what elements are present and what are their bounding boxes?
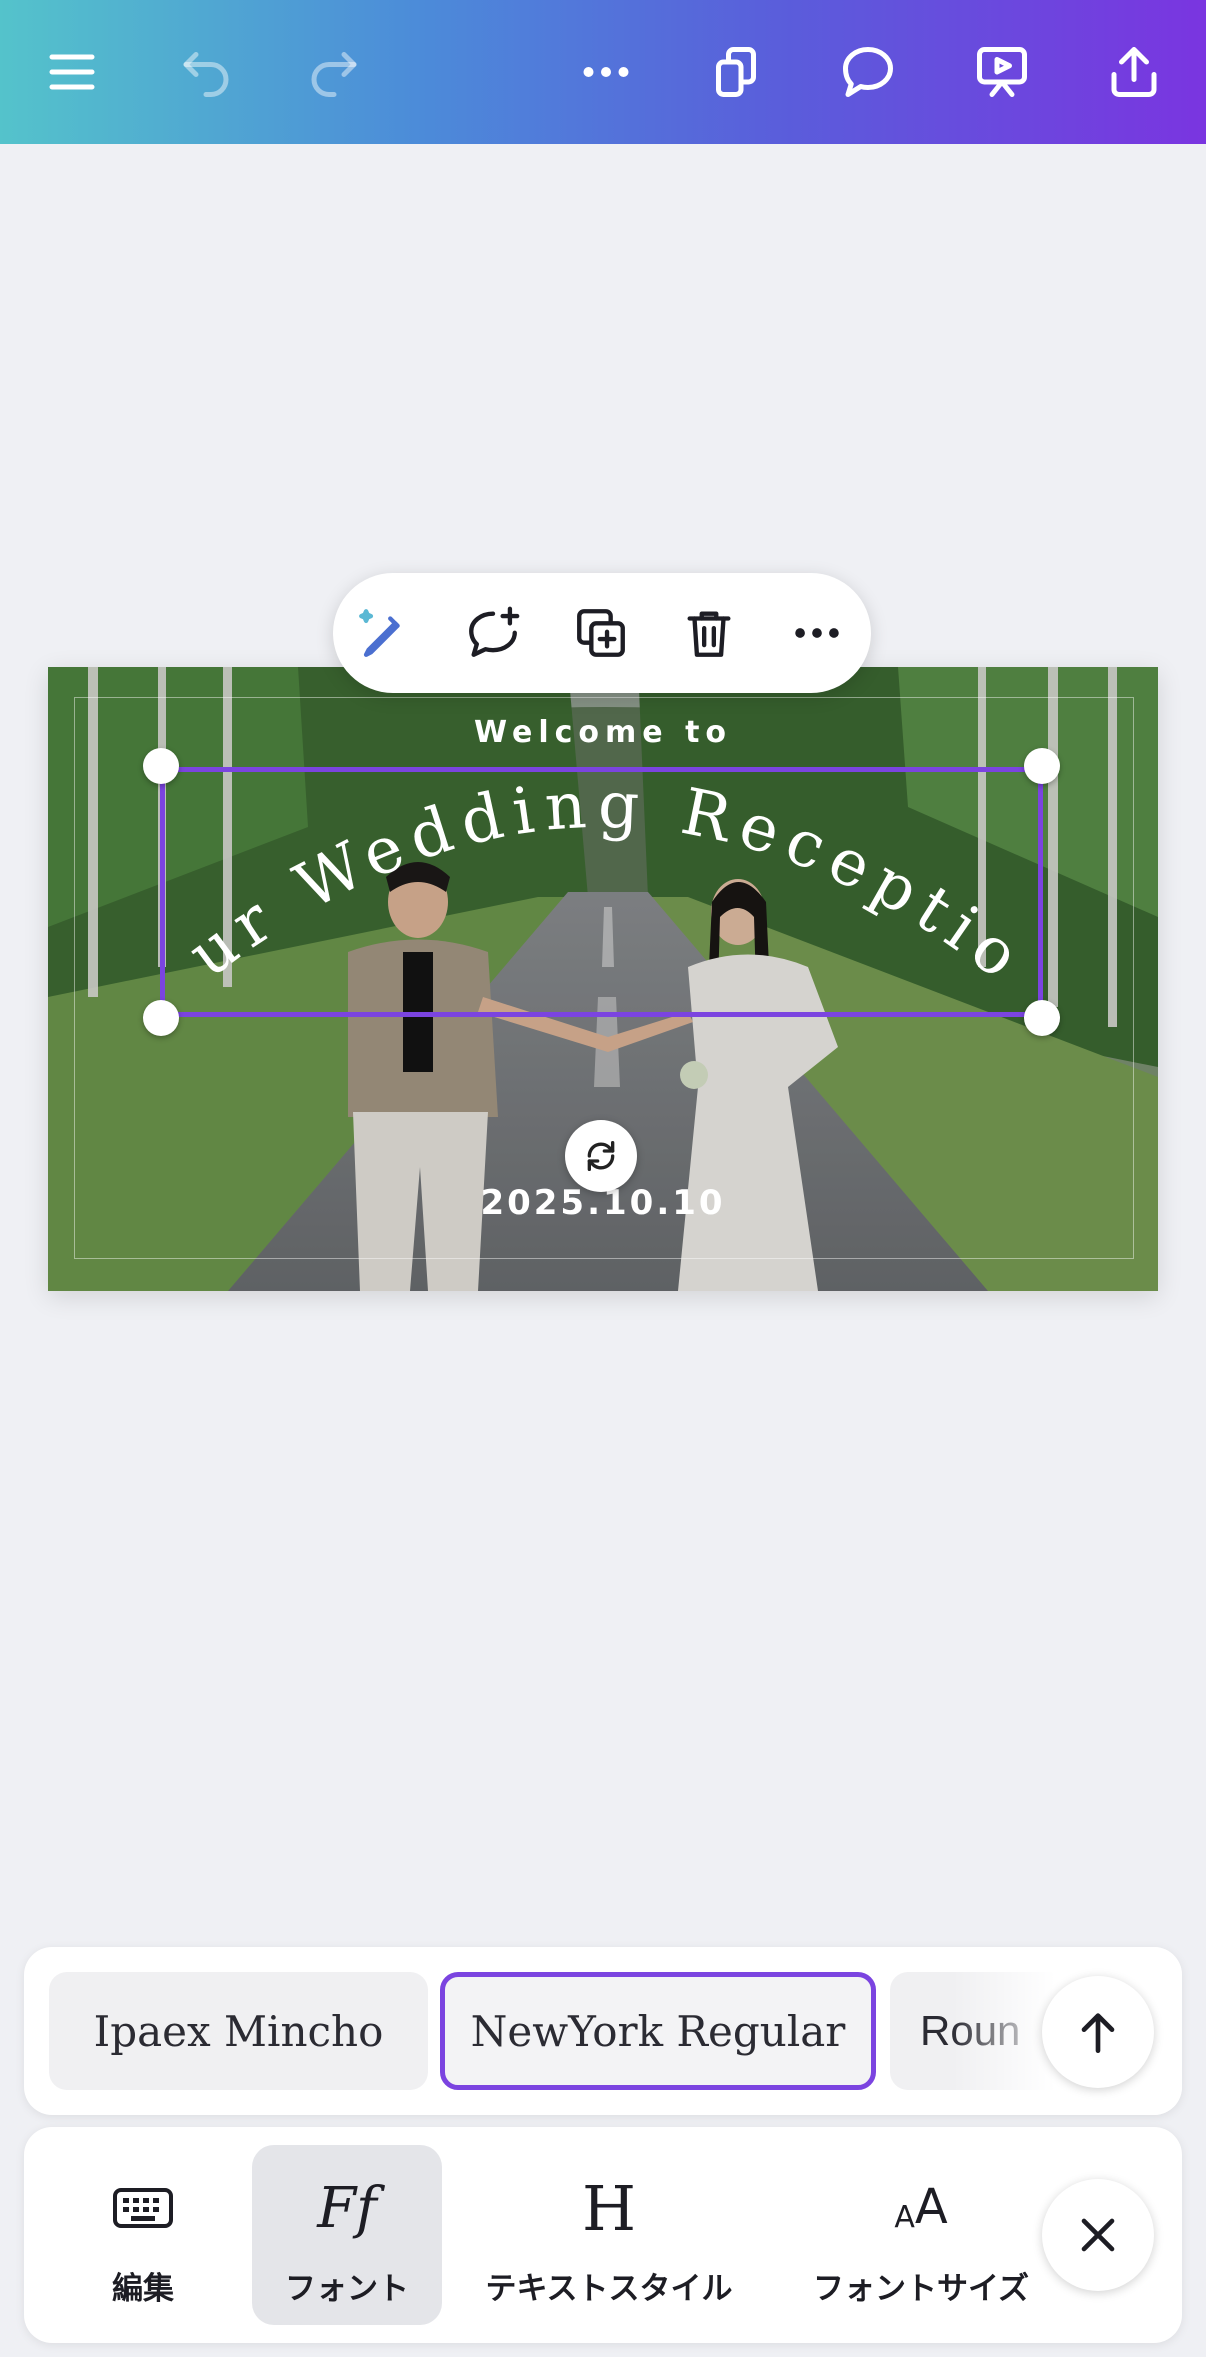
rotate-icon [587,1141,615,1171]
text-tools-panel: 編集 Ff フォント H テキストスタイル AA フォントサイズ [24,2127,1182,2343]
keyboard-icon [48,2173,238,2243]
more-icon[interactable] [570,36,642,108]
font-icon: Ff [317,2175,377,2241]
tool-text-style-label: テキストスタイル [485,2271,733,2307]
redo-icon[interactable] [298,36,370,108]
tool-font-size-label: フォントサイズ [812,2271,1030,2307]
tool-text-style[interactable]: H テキストスタイル [464,2145,754,2325]
tool-edit[interactable]: 編集 [48,2145,238,2325]
resize-handle-bottom-left[interactable] [143,1000,179,1036]
tool-edit-label: 編集 [112,2271,174,2307]
font-size-icon: AA [776,2173,1066,2243]
context-toolbar [333,573,871,693]
top-app-bar [0,0,1206,144]
share-icon[interactable] [1098,36,1170,108]
delete-icon[interactable] [677,601,741,665]
magic-edit-icon[interactable] [351,601,415,665]
tool-font-label: フォント [285,2271,409,2307]
close-button[interactable] [1042,2179,1154,2291]
font-option-newyork-regular[interactable]: NewYork Regular [440,1972,876,2090]
font-picker-panel: Ipaex Mincho NewYork Regular Roun [24,1947,1182,2115]
undo-icon[interactable] [170,36,242,108]
pages-icon[interactable] [700,36,772,108]
duplicate-icon[interactable] [569,601,633,665]
font-size-large-glyph: A [914,2179,948,2235]
arrow-up-icon [1081,2013,1115,2053]
font-option-ipaex-mincho[interactable]: Ipaex Mincho [49,1972,428,2090]
tool-font[interactable]: Ff フォント [252,2145,442,2325]
menu-icon[interactable] [36,36,108,108]
rotate-handle[interactable] [565,1120,637,1192]
expand-up-button[interactable] [1042,1976,1154,2088]
resize-handle-top-right[interactable] [1024,748,1060,784]
resize-handle-top-left[interactable] [143,748,179,784]
selection-box [160,767,1043,1017]
add-comment-icon[interactable] [461,601,525,665]
tool-font-size[interactable]: AA フォントサイズ [776,2145,1066,2325]
text-style-icon: H [581,2171,637,2245]
resize-handle-bottom-right[interactable] [1024,1000,1060,1036]
present-icon[interactable] [966,36,1038,108]
more-icon[interactable] [785,601,849,665]
comment-icon[interactable] [832,36,904,108]
close-icon [1081,2218,1115,2252]
font-size-small-glyph: A [894,2200,915,2235]
